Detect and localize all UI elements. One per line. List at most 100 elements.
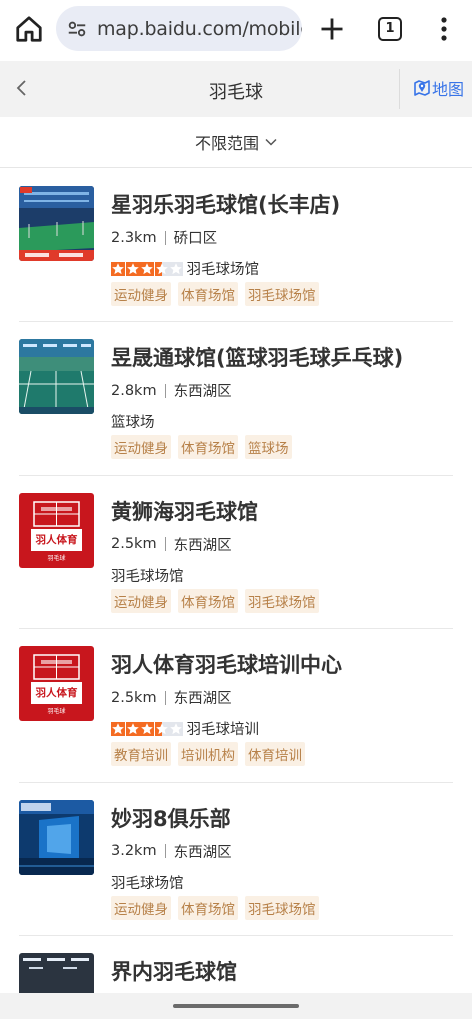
list-item[interactable]: 星羽乐羽毛球馆(长丰店) 2.3km 硚口区 羽毛球场馆 运动健身 体育场馆 羽… [0, 169, 472, 323]
page-title: 羽毛球 [209, 82, 263, 103]
venue-rating-row: 羽毛球场馆 [111, 872, 184, 893]
venue-name[interactable]: 妙羽8俱乐部 [111, 803, 231, 833]
star-icon [169, 261, 183, 276]
list-item[interactable]: 妙羽8俱乐部 3.2km 东西湖区 羽毛球场馆 运动健身 体育场馆 羽毛球场馆 [0, 783, 472, 936]
tag: 运动健身 [111, 282, 171, 306]
list-item[interactable]: 昱晟通球馆(篮球羽毛球乒乓球) 2.8km 东西湖区 篮球场 运动健身 体育场馆… [0, 322, 472, 476]
distance: 3.2km [111, 843, 157, 860]
home-icon[interactable] [14, 14, 44, 44]
venue-thumbnail [19, 952, 94, 996]
map-label: 地图 [432, 80, 465, 99]
venue-name[interactable]: 昱晟通球馆(篮球羽毛球乒乓球) [111, 342, 403, 372]
venue-meta: 2.3km 硚口区 [111, 227, 217, 248]
map-pin-icon [414, 80, 430, 96]
tag: 运动健身 [111, 588, 171, 613]
venue-thumbnail [19, 339, 94, 415]
distance: 2.8km [111, 382, 157, 399]
meta-separator [164, 383, 166, 398]
meta-separator [164, 230, 166, 245]
tag: 培训机构 [178, 742, 238, 767]
star-icon [111, 721, 125, 736]
range-filter[interactable]: 不限范围 [0, 117, 472, 168]
thumbnail-brand-text: 羽人体育 [35, 533, 78, 546]
meta-separator [164, 537, 166, 552]
star-icon [140, 721, 154, 736]
venue-rating-row: 羽毛球场馆 [111, 258, 259, 279]
site-settings-icon[interactable] [66, 18, 88, 40]
distance: 2.3km [111, 229, 157, 246]
gesture-navigation-bar [0, 993, 472, 1019]
district: 硚口区 [173, 231, 218, 247]
tag: 运动健身 [111, 435, 171, 460]
venue-meta: 2.5km 东西湖区 [111, 534, 232, 555]
tag: 羽毛球场馆 [245, 895, 319, 920]
venue-category: 羽毛球场馆 [186, 262, 260, 278]
meta-separator [164, 690, 166, 705]
venue-rating-row: 篮球场 [111, 411, 155, 432]
venue-category: 篮球场 [111, 415, 155, 432]
meta-separator [164, 844, 166, 859]
tabs-icon[interactable]: 1 [378, 17, 402, 41]
venue-category: 羽毛球场馆 [111, 875, 184, 892]
venue-name[interactable]: 星羽乐羽毛球馆(长丰店) [111, 189, 340, 219]
tag: 教育培训 [111, 742, 171, 767]
tag: 羽毛球场馆 [245, 588, 319, 613]
star-rating [111, 721, 184, 736]
venue-meta: 2.8km 东西湖区 [111, 380, 232, 401]
venue-rating-row: 羽毛球场馆 [111, 565, 184, 586]
chevron-down-icon [265, 138, 277, 146]
venue-name[interactable]: 羽人体育羽毛球培训中心 [111, 649, 342, 679]
thumbnail-brand-sub: 羽毛球 [47, 708, 66, 716]
tag: 体育场馆 [178, 588, 238, 613]
thumbnail-brand-sub: 羽毛球 [47, 554, 66, 562]
venue-thumbnail: 羽人体育 羽毛球 [19, 646, 94, 722]
venue-rating-row: 羽毛球培训 [111, 718, 259, 739]
star-icon [111, 261, 125, 276]
tag-list: 教育培训 培训机构 体育培训 [111, 742, 312, 767]
header-divider [399, 69, 400, 109]
venue-category: 羽毛球场馆 [111, 568, 184, 585]
star-icon [125, 721, 140, 736]
star-icon [125, 261, 140, 276]
tag: 运动健身 [111, 895, 171, 920]
tag: 羽毛球场馆 [245, 282, 319, 306]
results-list: 星羽乐羽毛球馆(长丰店) 2.3km 硚口区 羽毛球场馆 运动健身 体育场馆 羽… [0, 169, 472, 996]
distance: 2.5km [111, 536, 157, 553]
list-item[interactable]: 界内羽毛球馆 [0, 936, 472, 996]
home-gesture-handle[interactable] [173, 1004, 299, 1008]
tag: 篮球场 [245, 435, 292, 460]
tag-list: 运动健身 体育场馆 羽毛球场馆 [111, 282, 326, 306]
venue-category: 羽毛球培训 [186, 722, 260, 739]
app-header: 羽毛球 地图 [0, 61, 472, 117]
list-item[interactable]: 羽人体育 羽毛球 羽人体育羽毛球培训中心 2.5km 东西湖区 羽毛球培训 教育… [0, 629, 472, 783]
venue-name[interactable]: 界内羽毛球馆 [111, 956, 237, 986]
star-icon [154, 261, 169, 276]
star-icon [169, 721, 183, 736]
more-vert-icon[interactable] [434, 16, 454, 42]
venue-meta: 3.2km 东西湖区 [111, 841, 232, 862]
map-button[interactable]: 地图 [413, 76, 464, 100]
list-item[interactable]: 羽人体育 羽毛球 黄狮海羽毛球馆 2.5km 东西湖区 羽毛球场馆 运动健身 体… [0, 476, 472, 630]
venue-name[interactable]: 黄狮海羽毛球馆 [111, 496, 258, 526]
venue-thumbnail [19, 799, 94, 875]
tag: 体育场馆 [178, 282, 238, 306]
plus-icon[interactable] [318, 15, 346, 43]
browser-toolbar: map.baidu.com/mobile/webapp 1 [0, 0, 472, 60]
url-text: map.baidu.com/mobile/webapp [97, 17, 302, 40]
star-icon [140, 261, 154, 276]
tag: 体育场馆 [178, 435, 238, 460]
venue-thumbnail [19, 186, 94, 261]
district: 东西湖区 [173, 537, 232, 554]
district: 东西湖区 [173, 844, 232, 861]
star-rating [111, 261, 184, 276]
distance: 2.5km [111, 689, 157, 706]
tag-list: 运动健身 体育场馆 篮球场 [111, 435, 299, 460]
tag-list: 运动健身 体育场馆 羽毛球场馆 [111, 895, 326, 920]
thumbnail-brand-text: 羽人体育 [35, 687, 78, 700]
star-icon [154, 721, 169, 736]
venue-meta: 2.5km 东西湖区 [111, 687, 232, 708]
address-bar[interactable]: map.baidu.com/mobile/webapp [56, 6, 302, 51]
district: 东西湖区 [173, 384, 232, 401]
tag-list: 运动健身 体育场馆 羽毛球场馆 [111, 588, 326, 613]
tag: 体育场馆 [178, 895, 238, 920]
